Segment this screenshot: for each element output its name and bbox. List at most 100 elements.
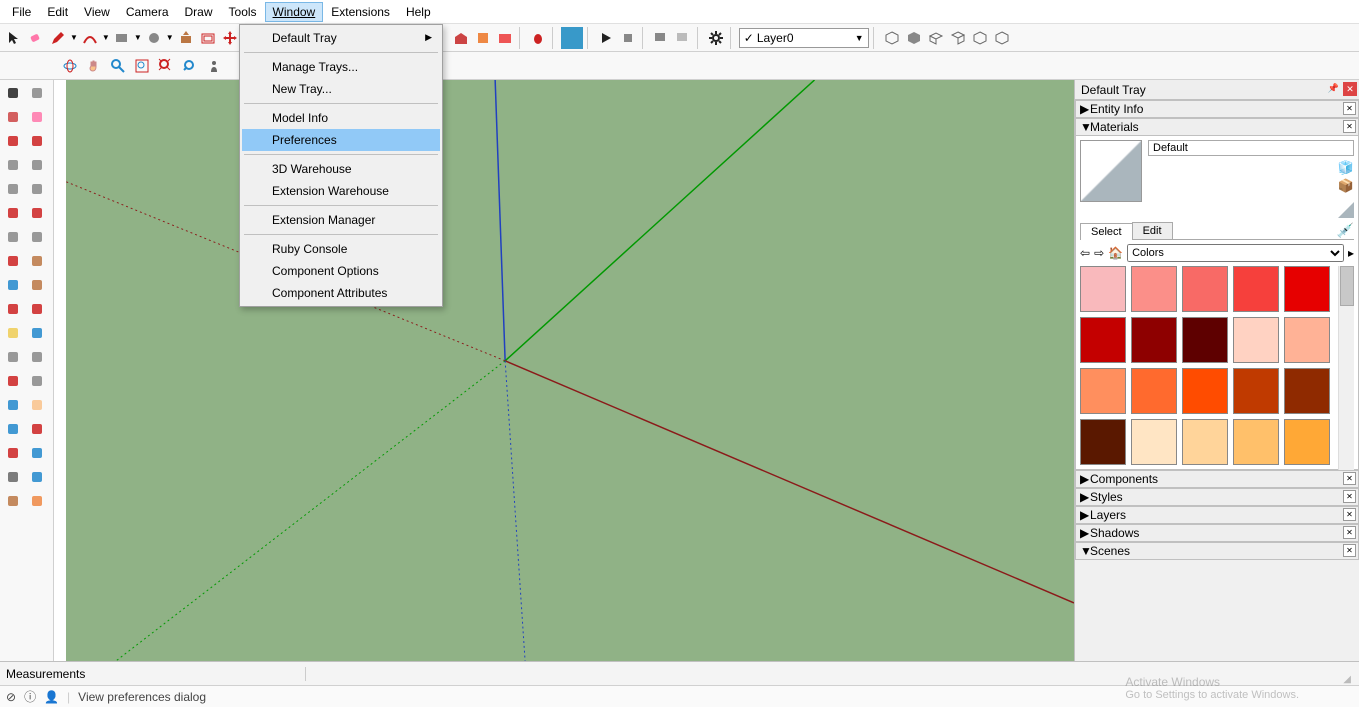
pan-icon[interactable] [26, 394, 48, 416]
color-swatch[interactable] [1233, 368, 1279, 414]
front-icon[interactable] [926, 28, 946, 48]
position-camera-icon[interactable] [204, 56, 224, 76]
color-swatch[interactable] [1080, 368, 1126, 414]
settings-icon[interactable] [706, 28, 726, 48]
scale-icon[interactable] [2, 298, 24, 320]
circle-icon[interactable] [2, 178, 24, 200]
menu-camera[interactable]: Camera [118, 2, 177, 22]
zoom-window-icon[interactable] [132, 56, 152, 76]
credits-icon[interactable]: ⓘ [24, 688, 36, 705]
orbit2-icon[interactable] [60, 56, 80, 76]
rect-icon[interactable] [112, 28, 132, 48]
menu-item-ruby-console[interactable]: Ruby Console [242, 238, 440, 260]
color-swatch[interactable] [1080, 419, 1126, 465]
offset-icon[interactable] [198, 28, 218, 48]
tab-select[interactable]: Select [1080, 223, 1133, 240]
scenes-header[interactable]: ▼Scenes✕ [1075, 542, 1359, 560]
select-icon[interactable] [2, 82, 24, 104]
position-camera-icon[interactable] [2, 466, 24, 488]
tray-title-bar[interactable]: Default Tray 📌 ✕ [1075, 80, 1359, 100]
move-icon[interactable] [2, 250, 24, 272]
menu-item-3d-warehouse[interactable]: 3D Warehouse [242, 158, 440, 180]
walk-icon[interactable] [2, 490, 24, 512]
component-icon[interactable] [473, 28, 493, 48]
details-icon[interactable]: ▸ [1348, 246, 1354, 260]
orbit-icon[interactable] [2, 394, 24, 416]
eraser-icon[interactable] [26, 28, 46, 48]
scene-update-icon[interactable] [673, 28, 693, 48]
look-around-icon[interactable] [26, 466, 48, 488]
menu-item-new-tray-[interactable]: New Tray... [242, 78, 440, 100]
color-swatch[interactable] [1284, 317, 1330, 363]
zoom-extents-icon[interactable] [2, 442, 24, 464]
color-swatch[interactable] [1182, 419, 1228, 465]
arc-icon[interactable] [80, 28, 100, 48]
menu-edit[interactable]: Edit [39, 2, 76, 22]
warehouse-icon[interactable] [451, 28, 471, 48]
2pt-arc-icon[interactable] [26, 202, 48, 224]
zoom-icon[interactable] [2, 418, 24, 440]
panel-close-icon[interactable]: ✕ [1343, 120, 1356, 133]
protractor-icon[interactable] [2, 346, 24, 368]
freehand-icon[interactable] [26, 130, 48, 152]
back-icon[interactable] [970, 28, 990, 48]
top-icon[interactable] [904, 28, 924, 48]
geo-icon[interactable]: ⊘ [6, 690, 16, 704]
followme-icon[interactable] [26, 274, 48, 296]
pencil-icon[interactable] [48, 28, 68, 48]
color-swatch[interactable] [1233, 317, 1279, 363]
polygon-icon[interactable] [26, 178, 48, 200]
extension-icon[interactable] [495, 28, 515, 48]
menu-tools[interactable]: Tools [221, 2, 265, 22]
prev-view-icon[interactable] [180, 56, 200, 76]
move-icon[interactable] [220, 28, 240, 48]
create-material-icon[interactable]: 🧊 [1338, 160, 1354, 176]
material-name-field[interactable]: Default [1148, 140, 1354, 156]
3dtext-icon[interactable] [26, 370, 48, 392]
entity-info-header[interactable]: ▶Entity Info✕ [1075, 100, 1359, 118]
home-icon[interactable]: 🏠 [1108, 246, 1123, 260]
menu-item-default-tray[interactable]: Default Tray▶ [242, 27, 440, 49]
circle-icon[interactable] [144, 28, 164, 48]
text-icon[interactable] [26, 346, 48, 368]
shadows-header[interactable]: ▶Shadows✕ [1075, 524, 1359, 542]
panel-close-icon[interactable]: ✕ [1343, 508, 1356, 521]
menu-extensions[interactable]: Extensions [323, 2, 398, 22]
select-tool-icon[interactable] [4, 28, 24, 48]
scene-add-icon[interactable] [651, 28, 671, 48]
zoom-window-icon[interactable] [26, 418, 48, 440]
make-component-icon[interactable] [26, 82, 48, 104]
menu-view[interactable]: View [76, 2, 118, 22]
prev-icon[interactable] [26, 442, 48, 464]
3pt-arc-icon[interactable] [26, 226, 48, 248]
menu-help[interactable]: Help [398, 2, 439, 22]
pan2-icon[interactable] [84, 56, 104, 76]
color-swatch[interactable] [1131, 317, 1177, 363]
zoom2-icon[interactable] [108, 56, 128, 76]
color-swatch[interactable] [1080, 317, 1126, 363]
rectangle-icon[interactable] [2, 154, 24, 176]
add-material-icon[interactable]: 📦 [1338, 178, 1354, 194]
panel-close-icon[interactable]: ✕ [1343, 544, 1356, 557]
axes-icon[interactable] [2, 370, 24, 392]
layers-header[interactable]: ▶Layers✕ [1075, 506, 1359, 524]
pushpull-icon[interactable] [176, 28, 196, 48]
forward-arrow-icon[interactable]: ⇨ [1094, 246, 1104, 260]
color-swatch[interactable] [1131, 419, 1177, 465]
eyedropper-icon[interactable]: 💉 [1337, 222, 1354, 239]
panel-close-icon[interactable]: ✕ [1343, 490, 1356, 503]
right-icon[interactable] [948, 28, 968, 48]
color-swatch[interactable] [1233, 266, 1279, 312]
menu-item-model-info[interactable]: Model Info [242, 107, 440, 129]
offset-icon[interactable] [26, 298, 48, 320]
rotate-icon[interactable] [2, 274, 24, 296]
panel-close-icon[interactable]: ✕ [1343, 526, 1356, 539]
stop-icon[interactable] [618, 28, 638, 48]
menu-window[interactable]: Window [265, 2, 324, 22]
bug-icon[interactable] [528, 28, 548, 48]
panel-close-icon[interactable]: ✕ [1343, 102, 1356, 115]
menu-item-component-attributes[interactable]: Component Attributes [242, 282, 440, 304]
color-swatch[interactable] [1131, 266, 1177, 312]
rotated-rect-icon[interactable] [26, 154, 48, 176]
color-swatch[interactable] [1233, 419, 1279, 465]
